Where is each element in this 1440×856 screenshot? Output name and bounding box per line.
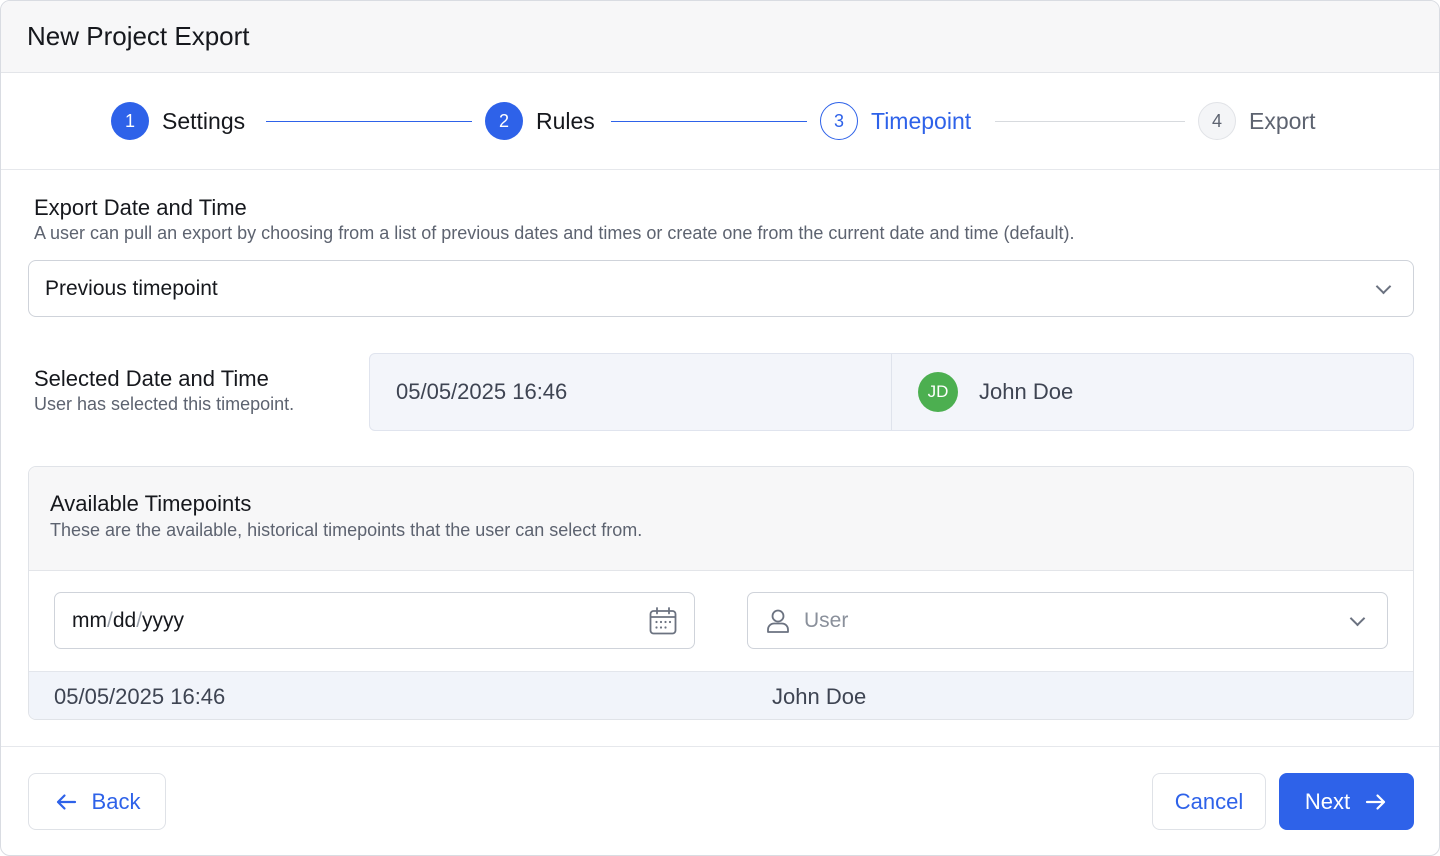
date-filter-input[interactable]: mm/dd/yyyy <box>54 592 695 649</box>
step-rules[interactable]: 2 Rules <box>485 101 595 141</box>
step-number: 3 <box>820 102 858 140</box>
step-label: Rules <box>536 107 595 134</box>
selected-user-name: John Doe <box>979 379 1074 404</box>
chevron-down-icon <box>1349 610 1366 627</box>
arrow-left-icon <box>56 793 76 810</box>
timepoint-row[interactable]: 05/05/2025 16:46 John Doe <box>29 671 1413 719</box>
step-export[interactable]: 4 Export <box>1198 101 1315 141</box>
date-yyyy: yyyy <box>142 609 185 632</box>
selected-timepoint: 05/05/2025 16:46 JD John Doe <box>369 353 1414 431</box>
step-connector <box>611 121 807 122</box>
user-filter-placeholder: User <box>804 609 849 632</box>
date-mm: mm <box>72 609 107 632</box>
timepoint-mode-select[interactable]: Previous timepoint <box>28 260 1414 317</box>
available-timepoints-card: Available Timepoints These are the avail… <box>28 466 1414 720</box>
selected-description: User has selected this timepoint. <box>34 394 295 414</box>
selected-title: Selected Date and Time <box>34 366 269 391</box>
available-timepoints-title: Available Timepoints <box>50 491 252 516</box>
chevron-down-icon <box>1375 278 1392 295</box>
export-datetime-description: A user can pull an export by choosing fr… <box>34 223 1075 243</box>
date-dd: dd <box>112 609 137 632</box>
step-number: 2 <box>485 102 523 140</box>
dialog-header: New Project Export <box>1 1 1439 73</box>
back-button-label: Back <box>91 788 141 814</box>
stepper: 1 Settings 2 Rules 3 Timepoint 4 Export <box>1 73 1439 170</box>
step-settings[interactable]: 1 Settings <box>111 101 245 141</box>
step-label: Timepoint <box>871 107 972 134</box>
cancel-button[interactable]: Cancel <box>1152 773 1266 830</box>
step-timepoint[interactable]: 3 Timepoint <box>820 101 971 141</box>
dialog-title: New Project Export <box>27 21 250 51</box>
step-connector <box>266 121 472 122</box>
avatar: JD <box>918 372 958 412</box>
back-button[interactable]: Back <box>28 773 166 830</box>
timepoint-row-user: John Doe <box>772 684 867 709</box>
user-icon <box>767 609 789 633</box>
available-timepoints-description: These are the available, historical time… <box>50 520 643 540</box>
timepoint-row-datetime: 05/05/2025 16:46 <box>54 684 226 709</box>
step-number: 1 <box>111 102 149 140</box>
select-value: Previous timepoint <box>45 277 218 300</box>
export-dialog: New Project Export 1 Settings 2 Rules 3 … <box>0 0 1440 856</box>
next-button[interactable]: Next <box>1279 773 1414 830</box>
selected-datetime: 05/05/2025 16:46 <box>396 379 568 404</box>
step-number: 4 <box>1198 102 1236 140</box>
divider <box>891 354 892 430</box>
step-connector <box>995 121 1185 122</box>
cancel-button-label: Cancel <box>1174 788 1244 814</box>
step-label: Export <box>1249 107 1316 134</box>
arrow-right-icon <box>1366 793 1386 810</box>
user-filter-select[interactable]: User <box>747 592 1388 649</box>
available-timepoints-header: Available Timepoints These are the avail… <box>29 467 1413 571</box>
step-label: Settings <box>162 107 246 134</box>
date-input-text: mm/dd/yyyy <box>72 609 184 633</box>
next-button-label: Next <box>1304 788 1351 814</box>
export-datetime-title: Export Date and Time <box>34 195 247 220</box>
calendar-icon[interactable] <box>648 606 678 636</box>
dialog-footer: Back Cancel Next <box>1 746 1439 855</box>
